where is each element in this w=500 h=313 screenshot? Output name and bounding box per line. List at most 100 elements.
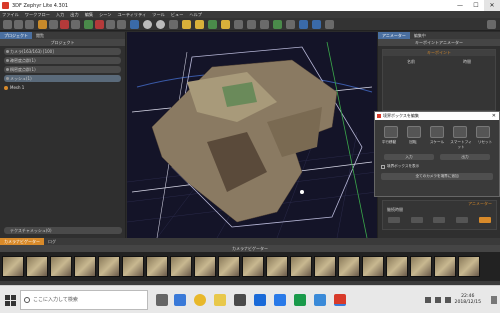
tab-animator[interactable]: アニメーター <box>378 32 410 39</box>
excel-icon[interactable] <box>294 294 306 306</box>
camera-thumbnail[interactable] <box>146 256 168 277</box>
tab-project[interactable]: プロジェクト <box>0 32 32 39</box>
cameras-row[interactable]: カメラ(163/163) [100] <box>4 48 121 55</box>
camera-thumbnail[interactable] <box>26 256 48 277</box>
select-tool-icon[interactable] <box>14 20 23 29</box>
points-icon[interactable] <box>195 20 204 29</box>
menu-tools[interactable]: ツール <box>152 12 165 18</box>
sun-icon[interactable] <box>182 20 191 29</box>
rotate-icon[interactable] <box>406 126 421 138</box>
shaded-icon[interactable] <box>247 20 256 29</box>
camera-thumbnail[interactable] <box>338 256 360 277</box>
textured-mesh-row[interactable]: テクスチャメッシュ(0) <box>4 227 122 234</box>
import-button[interactable]: 入力 <box>384 154 434 160</box>
ruler-icon[interactable] <box>286 20 295 29</box>
screenshot-icon[interactable] <box>325 20 334 29</box>
export-button[interactable]: 出力 <box>440 154 490 160</box>
camera-thumbnail[interactable] <box>98 256 120 277</box>
camera-thumbnail[interactable] <box>194 256 216 277</box>
ime-icon[interactable] <box>444 297 451 303</box>
camera-thumbnail[interactable] <box>50 256 72 277</box>
sparse-cloud-icon[interactable] <box>60 20 69 29</box>
camera-thumbnail[interactable] <box>314 256 336 277</box>
menu-export[interactable]: 出力 <box>70 12 78 18</box>
pan-tool-icon[interactable] <box>49 20 58 29</box>
menu-utility[interactable]: ユーティリティ <box>117 12 146 18</box>
dense-cloud-icon[interactable] <box>71 20 80 29</box>
render-icon[interactable] <box>312 20 321 29</box>
start-button[interactable] <box>5 295 16 306</box>
edge-icon[interactable] <box>174 294 186 306</box>
camera-thumbnail[interactable] <box>74 256 96 277</box>
grid-icon[interactable] <box>106 20 115 29</box>
mesh-tree-item[interactable]: Mesh 1 <box>4 85 121 90</box>
sparse-cloud-row[interactable]: 疎密度点群(1) <box>4 57 121 64</box>
close-button[interactable]: ✕ <box>484 0 500 11</box>
menu-scene[interactable]: シーン <box>99 12 111 18</box>
camera-thumbnail[interactable] <box>362 256 384 277</box>
translate-icon[interactable] <box>383 126 398 138</box>
camera-thumbnail[interactable] <box>290 256 312 277</box>
tab-camera-navigator[interactable]: カメラナビゲーター <box>0 238 44 245</box>
textured-icon[interactable] <box>260 20 269 29</box>
mail-icon[interactable] <box>254 294 266 306</box>
record-icon[interactable] <box>410 217 423 223</box>
menu-help[interactable]: ヘルプ <box>189 12 202 18</box>
play-icon[interactable] <box>388 217 401 223</box>
rotate-view-icon[interactable] <box>156 20 165 29</box>
dialog-close-icon[interactable]: ✕ <box>492 112 496 120</box>
camera-thumbnail[interactable] <box>170 256 192 277</box>
camera-thumbnail[interactable] <box>434 256 456 277</box>
camera-thumbnail[interactable] <box>386 256 408 277</box>
tab-editing[interactable]: 編集中 <box>410 32 430 39</box>
clock[interactable]: 22:46 2018/12/15 <box>455 294 481 306</box>
reset-view-icon[interactable] <box>143 20 152 29</box>
add-all-cameras-button[interactable]: 全てのカメラを境界に追加 <box>381 173 493 180</box>
menu-file[interactable]: ファイル <box>2 12 19 18</box>
lighting-icon[interactable] <box>169 20 178 29</box>
scale-icon[interactable] <box>429 126 444 138</box>
axis-icon[interactable] <box>117 20 126 29</box>
menu-view[interactable]: ビュー <box>171 12 184 18</box>
mesh-icon[interactable] <box>84 20 93 29</box>
mesh-row[interactable]: メッシュ(1) <box>4 75 121 82</box>
filter-icon[interactable] <box>299 20 308 29</box>
settings-icon[interactable] <box>478 217 491 223</box>
menu-import[interactable]: 入力 <box>56 12 64 18</box>
maximize-button[interactable]: ☐ <box>468 0 484 11</box>
store-icon[interactable] <box>234 294 246 306</box>
minimize-button[interactable]: — <box>452 0 468 11</box>
camera-thumbnail[interactable] <box>218 256 240 277</box>
taskbar-search-input[interactable]: ここに入力して検索 <box>20 290 148 310</box>
camera-thumbnail[interactable] <box>122 256 144 277</box>
wireframe-icon[interactable] <box>234 20 243 29</box>
camera-thumbnail[interactable] <box>458 256 480 277</box>
remove-key-icon[interactable] <box>456 217 469 223</box>
file-explorer-icon[interactable] <box>214 294 226 306</box>
menu-edit[interactable]: 編集 <box>85 12 93 18</box>
notifications-icon[interactable] <box>491 296 497 304</box>
volume-icon[interactable] <box>434 297 441 303</box>
texture-icon[interactable] <box>95 20 104 29</box>
camera-thumbnail[interactable] <box>410 256 432 277</box>
dense-cloud-row[interactable]: 稠密度点群(1) <box>4 66 121 73</box>
vr-icon[interactable] <box>487 20 496 29</box>
orbit-tool-icon[interactable] <box>25 20 34 29</box>
move-tool-icon[interactable] <box>3 20 12 29</box>
bounding-box-icon[interactable] <box>130 20 139 29</box>
menu-workflow[interactable]: ワークフロー <box>25 12 50 18</box>
photos-icon[interactable] <box>274 294 286 306</box>
network-icon[interactable] <box>424 297 431 303</box>
camera-thumbnail[interactable] <box>266 256 288 277</box>
3d-viewport[interactable] <box>127 32 377 238</box>
ie-icon[interactable] <box>314 294 326 306</box>
tab-browse[interactable]: 閲覧 <box>32 32 48 39</box>
camera-filmstrip[interactable] <box>0 252 500 281</box>
camera-thumbnail[interactable] <box>242 256 264 277</box>
camera-icon[interactable] <box>38 20 47 29</box>
chrome-icon[interactable] <box>194 294 206 306</box>
measure-icon[interactable] <box>273 20 282 29</box>
polygon-icon[interactable] <box>221 20 230 29</box>
checkbox-box[interactable] <box>381 164 385 169</box>
camera-thumbnail[interactable] <box>2 256 24 277</box>
